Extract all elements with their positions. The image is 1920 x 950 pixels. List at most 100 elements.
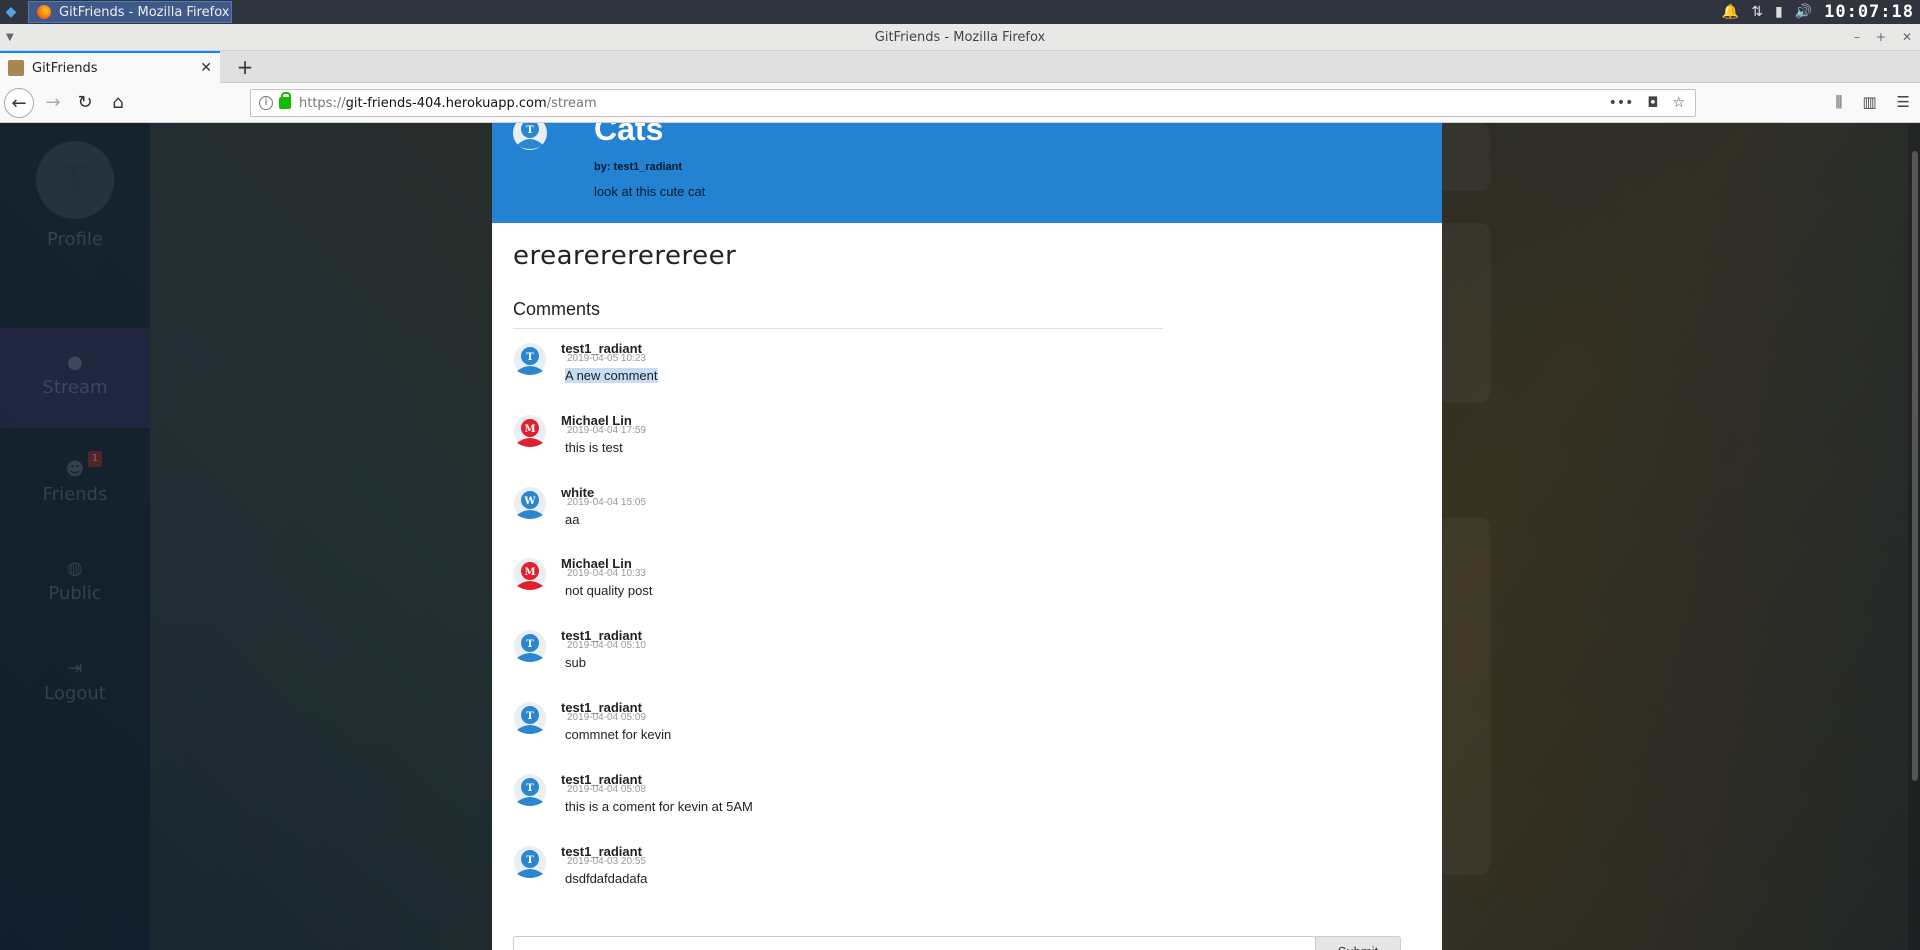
sidebar-item-label: Public: [48, 583, 102, 604]
site-favicon-icon: [8, 60, 24, 76]
drop-icon: ●: [67, 352, 83, 373]
window-title: GitFriends - Mozilla Firefox: [874, 30, 1046, 45]
comment-text: aa: [565, 511, 580, 527]
volume-icon[interactable]: 🔊: [1795, 4, 1812, 20]
comment-item: Ttest1_radiant 2019-04-05 10:23 A new comm…: [513, 341, 1163, 401]
sidebar-item-label: Stream: [42, 377, 108, 398]
reload-button[interactable]: ↻: [70, 88, 100, 118]
forward-button[interactable]: →: [38, 88, 68, 118]
logout-icon: ⇥: [67, 658, 83, 679]
comment-form: Submit: [513, 936, 1401, 950]
system-tray: 🔔 ⇅ ▮ 🔊 10:07:18: [1722, 0, 1920, 24]
comment-text: this is a coment for kevin at 5AM: [565, 798, 753, 814]
submit-comment-button[interactable]: Submit: [1315, 936, 1401, 950]
navigation-toolbar: ← → ↻ ⌂ i https://git-friends-404.heroku…: [0, 83, 1920, 123]
comment-avatar-letter: T: [526, 711, 534, 722]
close-window-icon[interactable]: ✕: [1902, 24, 1912, 51]
notification-bell-icon[interactable]: 🔔: [1722, 4, 1739, 20]
os-menu-icon[interactable]: ◆: [3, 4, 19, 20]
url-scheme: https://: [299, 95, 346, 111]
page-scrollbar[interactable]: [1908, 123, 1920, 950]
minimize-icon[interactable]: –: [1854, 24, 1860, 51]
comment-avatar-icon: T: [514, 702, 546, 734]
window-titlebar: ▼ GitFriends - Mozilla Firefox – + ✕: [0, 24, 1920, 51]
comment-timestamp: 2019-04-04 05:10: [567, 640, 646, 652]
bookmark-star-icon[interactable]: ☆: [1672, 95, 1685, 111]
close-tab-icon[interactable]: ✕: [200, 60, 212, 76]
notification-badge: 1: [88, 451, 102, 467]
comment-item: M Michael Lin 2019-04-04 10:33 not quality …: [513, 556, 1163, 616]
page-actions-icon[interactable]: •••: [1609, 95, 1634, 111]
sidebar-item-label: Logout: [44, 683, 106, 704]
tab-gitfriends[interactable]: GitFriends ✕: [0, 51, 220, 83]
post-description: look at this cute cat: [594, 184, 706, 199]
pocket-icon[interactable]: ◘: [1647, 95, 1658, 111]
comment-timestamp: 2019-04-04 15:05: [567, 496, 646, 508]
library-icon[interactable]: ⫼: [1835, 93, 1842, 111]
home-button[interactable]: ⌂: [103, 88, 133, 118]
comment-avatar-letter: T: [526, 783, 534, 794]
taskbar-window-title: GitFriends - Mozilla Firefox: [59, 4, 230, 20]
maximize-icon[interactable]: +: [1876, 24, 1886, 51]
comment-avatar-letter: W: [523, 496, 536, 507]
comment-item: Ttest1_radiant 2019-04-03 20:55 dsdfdafdad…: [513, 844, 1163, 904]
sidebar-item-label: Friends: [42, 484, 108, 505]
users-icon: ☻: [65, 459, 85, 480]
comment-text: commnet for kevin: [565, 727, 672, 742]
secure-lock-icon[interactable]: [279, 92, 291, 109]
comment-avatar-icon: M: [514, 558, 546, 591]
comment-input[interactable]: [513, 936, 1316, 950]
comments-heading: Comments: [513, 299, 1163, 329]
network-icon[interactable]: ⇅: [1751, 4, 1763, 20]
new-tab-button[interactable]: +: [231, 53, 259, 81]
url-host: git-friends-404.herokuapp.com: [345, 95, 547, 111]
hamburger-menu-icon[interactable]: ☰: [1897, 93, 1910, 111]
sidebar-item-stream[interactable]: ● Stream: [0, 328, 150, 428]
comment-avatar-letter: T: [526, 352, 534, 363]
comment-avatar-icon: T: [514, 845, 546, 878]
comment-avatar-letter: M: [524, 567, 535, 578]
url-bar[interactable]: i https://git-friends-404.herokuapp.com /…: [250, 89, 1696, 117]
comment-text: not quality post: [565, 583, 653, 599]
comment-item: Ttest1_radiant 2019-04-04 05:10 sub: [513, 628, 1163, 688]
comment-avatar-icon: M: [514, 414, 546, 447]
comment-timestamp: 2019-04-04 05:09: [567, 712, 646, 723]
comment-timestamp: 2019-04-04 10:33: [567, 568, 646, 580]
comment-avatar-icon: T: [514, 630, 546, 663]
avatar: T: [36, 141, 114, 219]
scrollbar-thumb[interactable]: [1912, 151, 1918, 781]
comment-avatar-letter: M: [524, 424, 535, 435]
window-menu-icon[interactable]: ▼: [6, 24, 14, 51]
comment-text: this is test: [565, 439, 623, 455]
os-taskbar: ◆ GitFriends - Mozilla Firefox 🔔 ⇅ ▮ 🔊 1…: [0, 0, 1920, 24]
comment-text: dsdfdafdadafa: [565, 870, 648, 886]
url-path: /stream: [546, 95, 597, 111]
comment-timestamp: 2019-04-03 20:55: [567, 855, 646, 867]
sidebar-item-logout[interactable]: ⇥ Logout: [0, 658, 150, 704]
comment-item: Ttest1_radiant 2019-04-04 05:09 commnet fo…: [513, 700, 1163, 760]
page-viewport: T Profile ● Stream 1 ☻ Friends ◍ Public …: [0, 123, 1920, 950]
comment-timestamp: 2019-04-04 17:59: [567, 424, 646, 436]
post-content: erearerererereer: [513, 241, 737, 271]
sidebar-item-public[interactable]: ◍ Public: [0, 558, 150, 604]
firefox-icon: [37, 5, 51, 19]
comment-text: sub: [565, 655, 586, 671]
back-button[interactable]: ←: [4, 88, 34, 118]
site-info-icon[interactable]: i: [259, 96, 273, 110]
clock[interactable]: 10:07:18: [1824, 2, 1914, 22]
post-author-avatar-icon: T: [513, 123, 547, 150]
taskbar-window-button[interactable]: GitFriends - Mozilla Firefox: [28, 1, 232, 23]
comment-avatar-icon: T: [514, 343, 546, 375]
comment-text: A new comment: [565, 368, 658, 383]
battery-icon[interactable]: ▮: [1775, 4, 1783, 20]
post-author: by: test1_radiant: [594, 161, 683, 173]
comment-timestamp: 2019-04-05 10:23: [567, 353, 646, 364]
app-sidebar: T Profile ● Stream 1 ☻ Friends ◍ Public …: [0, 123, 150, 950]
sidebar-item-profile[interactable]: T Profile: [0, 141, 150, 250]
tab-label: GitFriends: [32, 60, 98, 76]
sidebar-item-friends[interactable]: 1 ☻ Friends: [0, 451, 150, 505]
comment-item: M Michael Lin 2019-04-04 17:59 this is test: [513, 413, 1163, 473]
sidebar-toggle-icon[interactable]: ▥: [1862, 93, 1876, 111]
comment-avatar-icon: W: [514, 486, 546, 519]
comment-avatar-letter: T: [526, 855, 534, 866]
